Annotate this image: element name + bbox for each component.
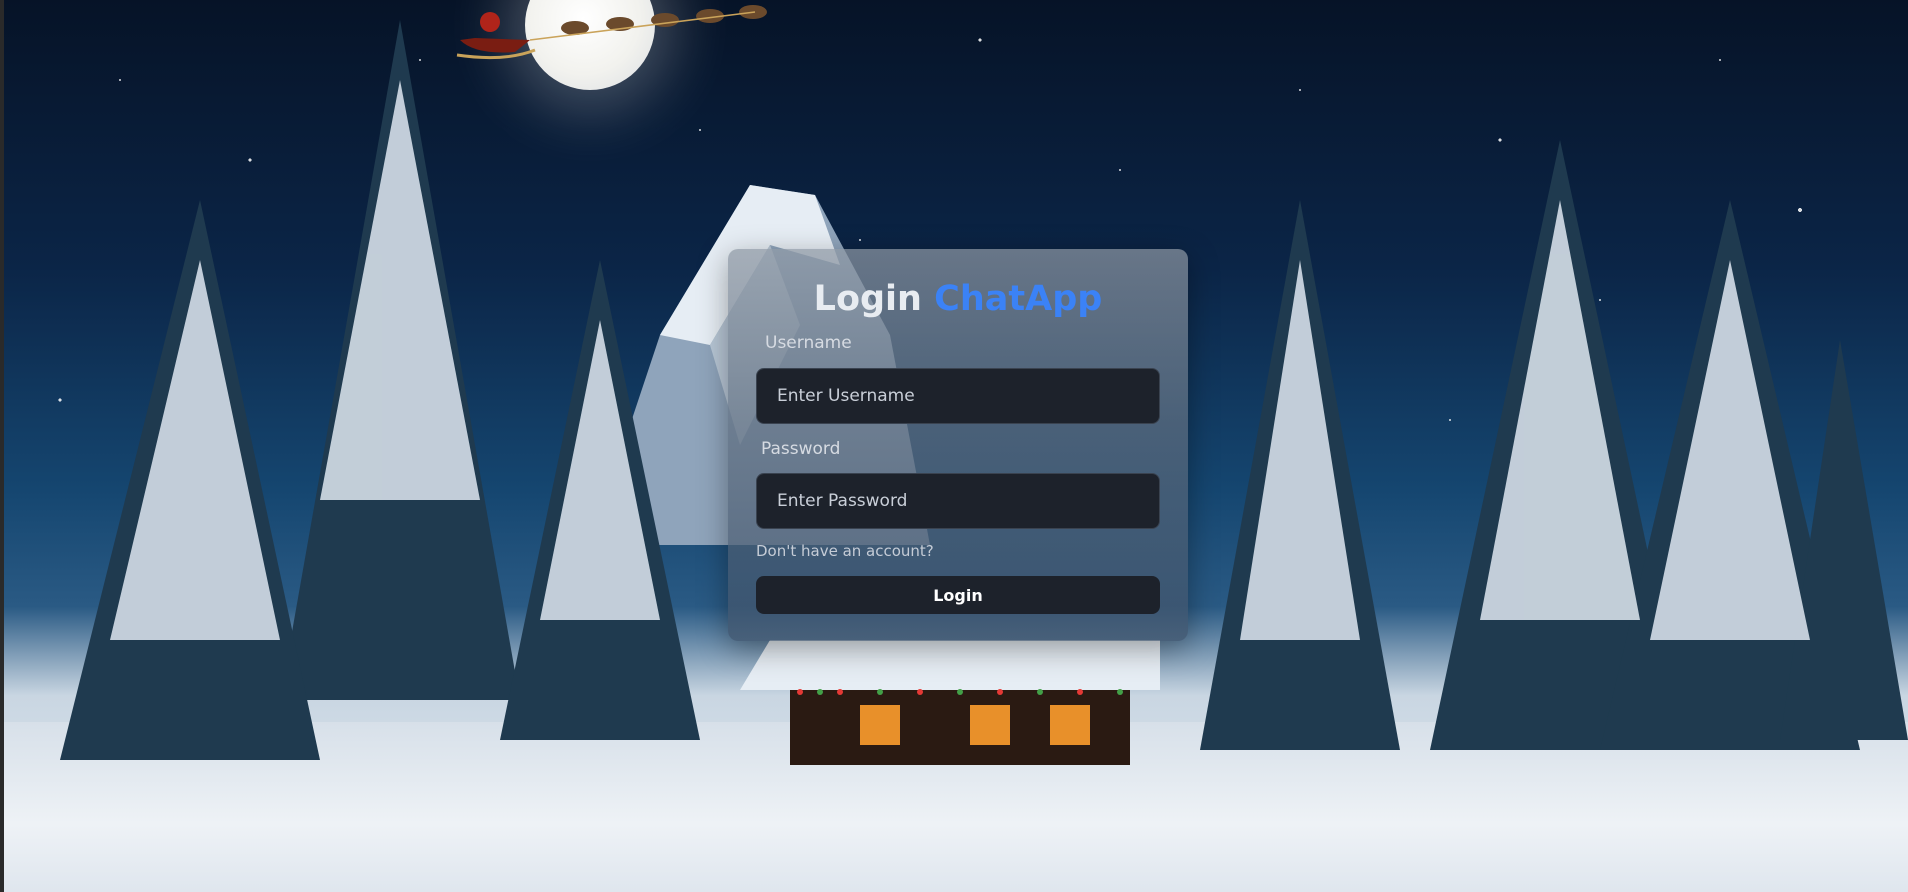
password-label: Password <box>761 439 841 459</box>
signup-link[interactable]: Don't have an account? <box>756 542 934 560</box>
background-scene: Login ChatApp Username Password Don't ha… <box>0 0 1908 892</box>
username-input[interactable] <box>756 368 1160 424</box>
username-label: Username <box>765 333 852 353</box>
login-title: Login ChatApp <box>728 277 1188 321</box>
login-card: Login ChatApp Username Password Don't ha… <box>728 249 1188 641</box>
brand-name: ChatApp <box>934 279 1103 319</box>
window-edge <box>0 0 4 892</box>
login-title-prefix: Login <box>813 279 922 319</box>
password-input[interactable] <box>756 473 1160 529</box>
cabin-image <box>740 640 1160 765</box>
login-button[interactable]: Login <box>756 576 1160 614</box>
